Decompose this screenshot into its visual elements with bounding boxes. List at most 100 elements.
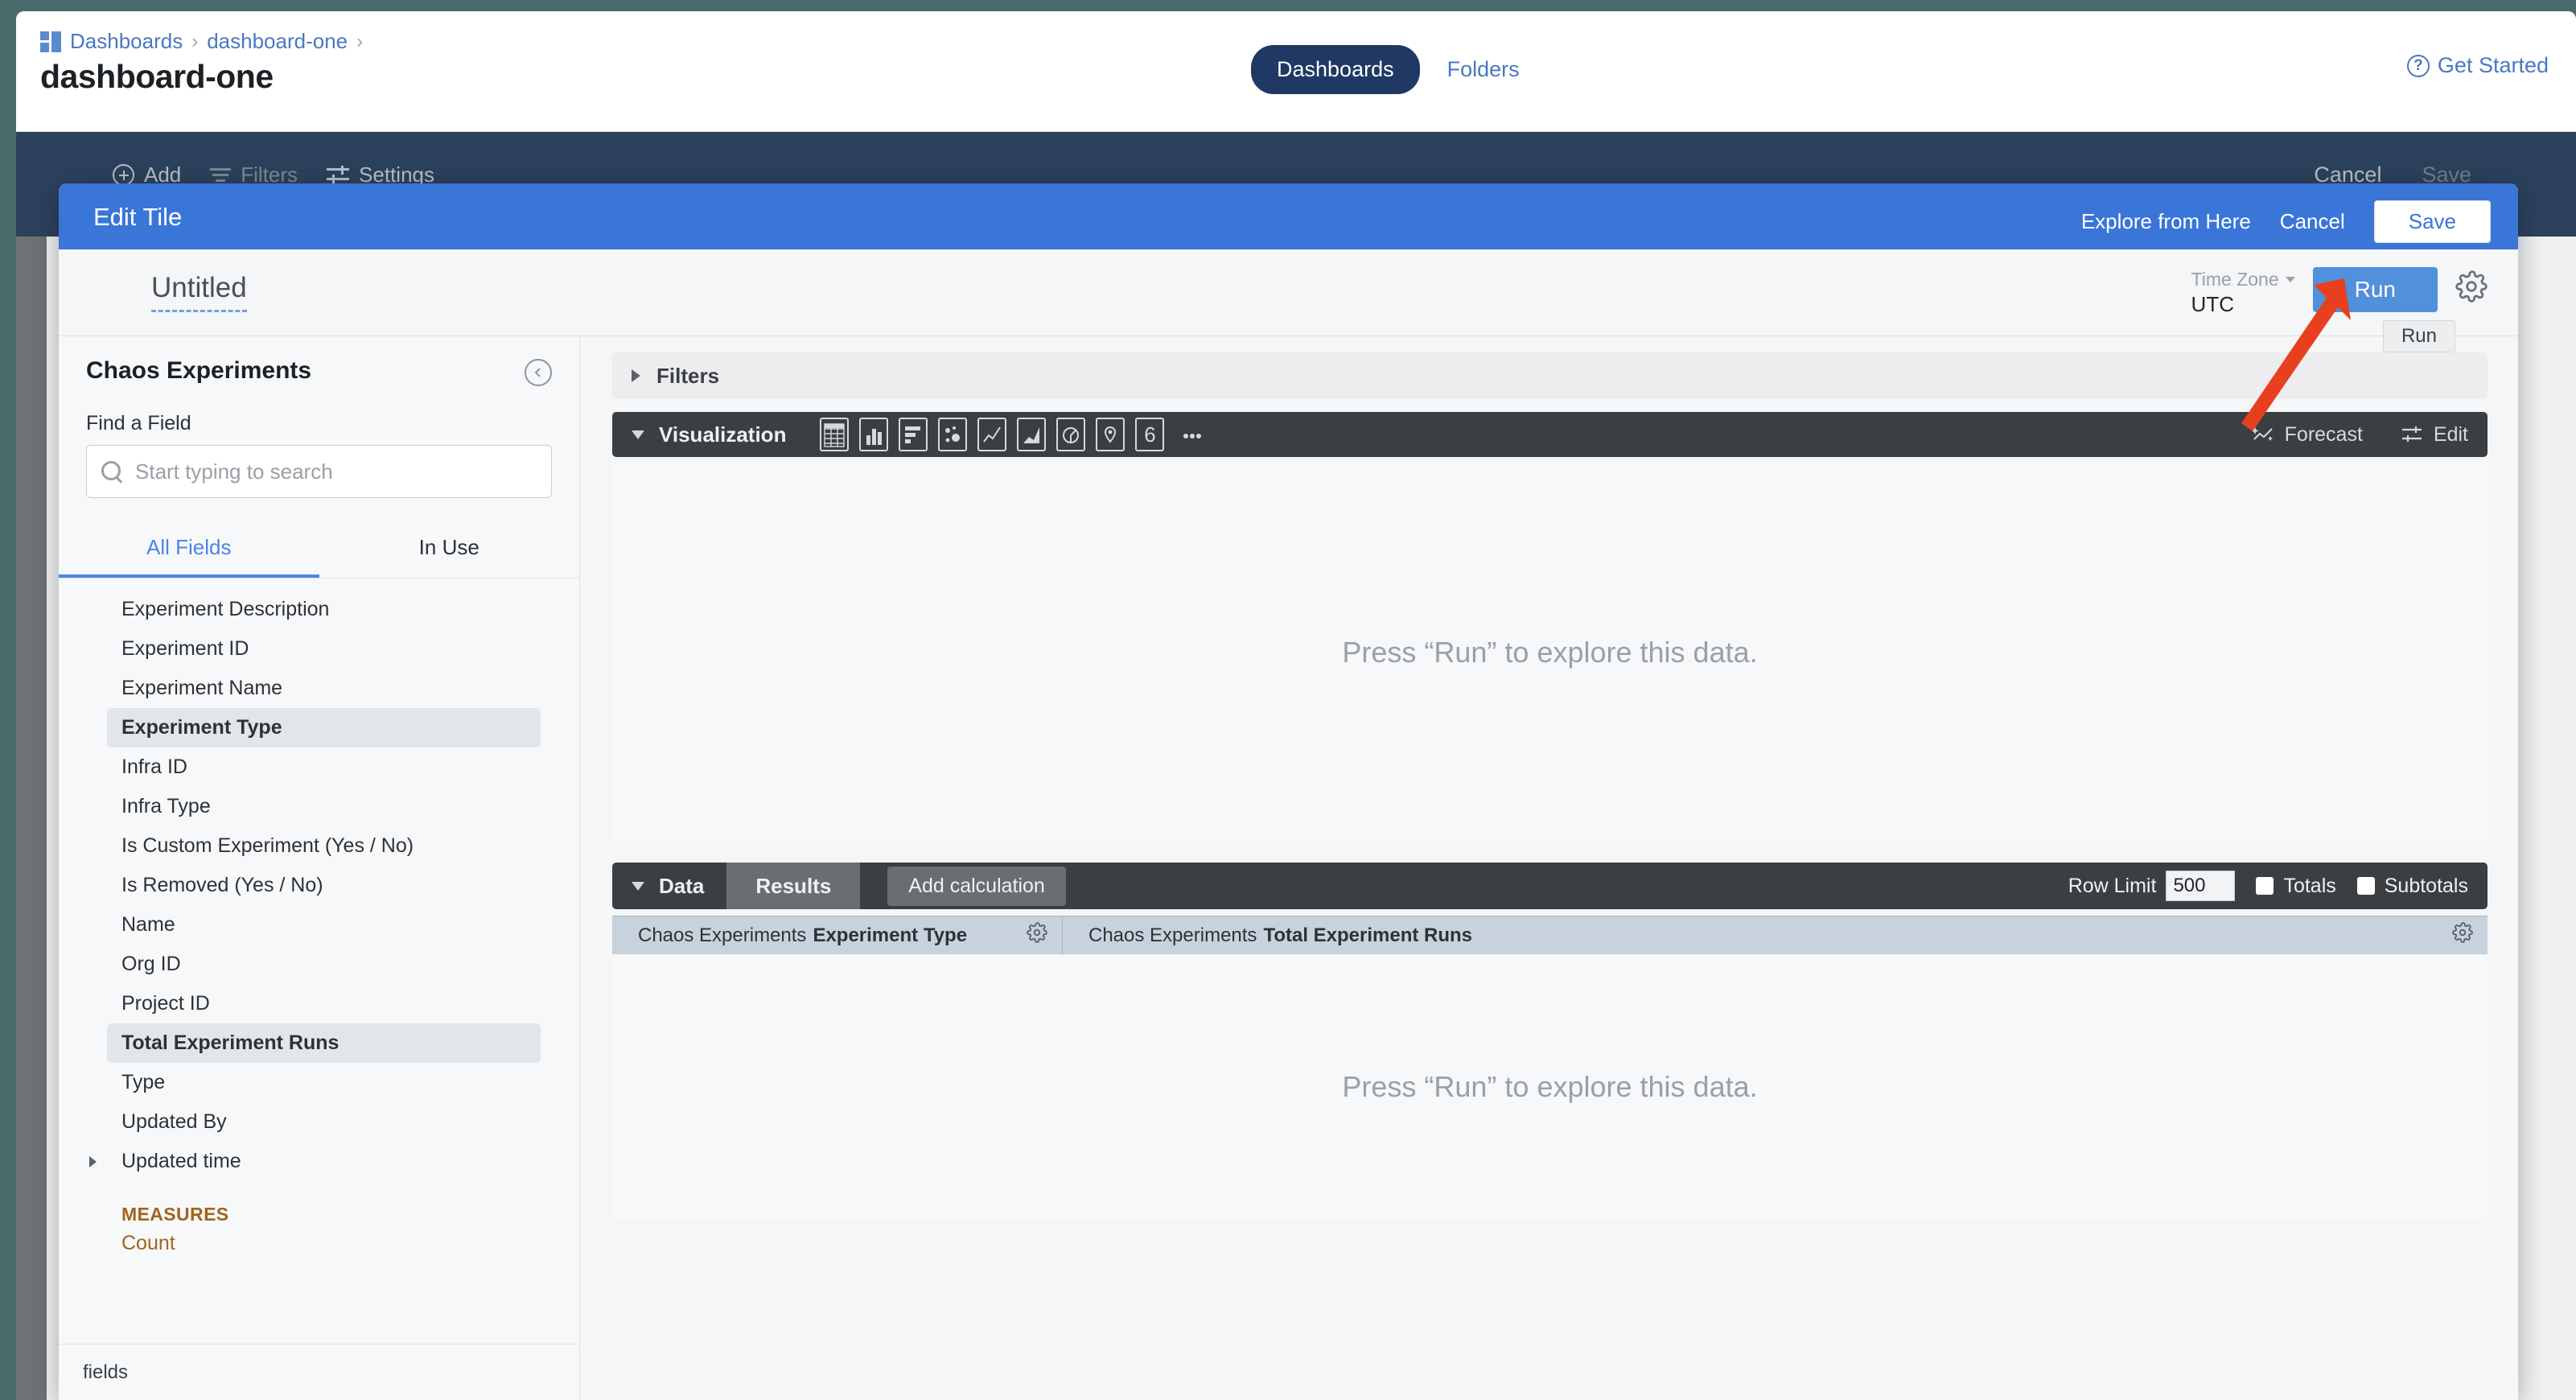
field-row-label: Infra Type (121, 795, 211, 817)
data-section-label: Data (659, 873, 705, 898)
search-icon (101, 461, 122, 482)
modal-header: Edit Tile Explore from Here Cancel Save (59, 183, 2518, 249)
field-list: Experiment Description Experiment ID Exper… (59, 579, 579, 1344)
chevron-down-icon (2285, 277, 2295, 282)
field-row[interactable]: Experiment Name (107, 669, 541, 708)
dashboards-grid-icon (40, 31, 61, 52)
chevron-down-icon-viz[interactable] (632, 430, 644, 439)
field-row-label: Org ID (121, 953, 181, 975)
column-chart-icon[interactable] (859, 418, 889, 451)
edit-tile-modal: Edit Tile Explore from Here Cancel Save … (59, 183, 2518, 1400)
more-options-icon[interactable] (1175, 418, 1210, 451)
row-limit-label: Row Limit (2068, 874, 2157, 897)
tile-name-input[interactable]: Untitled (151, 272, 247, 312)
filters-section-header[interactable]: Filters (612, 352, 2488, 399)
tab-in-use[interactable]: In Use (319, 535, 580, 578)
results-col-2-gear-icon[interactable] (2452, 922, 2473, 949)
checkbox-box-subtotals (2356, 877, 2375, 895)
field-row-label: Total Experiment Runs (121, 1031, 339, 1054)
subtotals-checkbox[interactable]: Subtotals (2356, 875, 2468, 898)
measures-group-header: MEASURES (121, 1204, 229, 1225)
field-row[interactable]: Org ID (107, 945, 541, 984)
nav-tab-dashboards[interactable]: Dashboards (1251, 45, 1420, 94)
chevron-right-icon (632, 369, 640, 382)
explore-main: Filters Visualization 6 Forecast Edit Pr… (580, 336, 2518, 1400)
checkbox-box-totals (2256, 877, 2274, 895)
field-row[interactable]: Updated By (107, 1102, 541, 1142)
field-panel-tabs: All Fields In Use (59, 535, 579, 579)
nav-tab-folders[interactable]: Folders (1436, 45, 1531, 94)
add-calculation-button[interactable]: Add calculation (887, 866, 1066, 906)
app-header: Dashboards › dashboard-one › dashboard-o… (16, 11, 2576, 132)
get-started-button[interactable]: ? Get Started (2406, 53, 2549, 78)
field-row-label: Infra ID (121, 756, 187, 778)
get-started-label: Get Started (2437, 53, 2549, 77)
field-row-label: Name (121, 913, 175, 936)
breadcrumb-link-dashboards[interactable]: Dashboards (70, 29, 183, 54)
results-col-2-view: Chaos Experiments (1088, 924, 1257, 946)
time-zone-selector[interactable]: Time Zone UTC (2191, 266, 2295, 317)
field-row[interactable]: Updated time (89, 1142, 541, 1181)
field-row[interactable]: Project ID (107, 984, 541, 1023)
search-input[interactable]: Start typing to search (86, 445, 552, 498)
question-circle-icon: ? (2406, 54, 2430, 77)
field-row[interactable]: Experiment ID (107, 629, 541, 669)
area-chart-icon[interactable] (1017, 418, 1047, 451)
breadcrumb: Dashboards › dashboard-one › (40, 29, 363, 54)
field-row[interactable]: Type (107, 1063, 541, 1102)
tab-all-fields[interactable]: All Fields (59, 535, 319, 578)
chevron-left-circle-icon[interactable] (525, 359, 552, 386)
measure-row[interactable]: Count (121, 1232, 541, 1255)
field-row[interactable]: Infra Type (107, 787, 541, 826)
field-row[interactable]: Is Removed (Yes / No) (107, 866, 541, 905)
field-row[interactable]: Experiment Description (107, 590, 541, 629)
breadcrumb-link-dashboard-one[interactable]: dashboard-one (207, 29, 348, 54)
tab-results[interactable]: Results (726, 863, 861, 909)
map-pin-icon[interactable] (1096, 418, 1125, 451)
results-column-header-2[interactable]: Chaos Experiments Total Experiment Runs (1063, 916, 2488, 954)
field-row-label: Experiment Type (121, 716, 282, 739)
run-button[interactable]: Run (2312, 267, 2438, 312)
visualization-section-label: Visualization (659, 422, 787, 447)
field-row[interactable]: Total Experiment Runs (107, 1023, 541, 1063)
row-limit-input[interactable] (2166, 871, 2236, 901)
results-col-1-gear-icon[interactable] (1027, 922, 1047, 949)
plus-circle-icon (113, 164, 134, 186)
forecast-button[interactable]: Forecast (2251, 423, 2363, 447)
results-col-2-field: Total Experiment Runs (1263, 924, 1473, 946)
expand-caret-icon[interactable] (89, 1155, 97, 1167)
find-a-field-label: Find a Field (86, 412, 191, 434)
results-canvas: Press “Run” to explore this data. (612, 954, 2488, 1220)
explore-settings-gear-icon[interactable] (2455, 270, 2488, 307)
field-row-label: Project ID (121, 992, 210, 1015)
explore-from-here-button[interactable]: Explore from Here (2081, 209, 2251, 234)
field-row-label: Experiment Description (121, 598, 330, 620)
field-row[interactable]: Name (107, 905, 541, 945)
pie-chart-icon[interactable] (1056, 418, 1086, 451)
edit-viz-label: Edit (2433, 422, 2468, 446)
edit-viz-button[interactable]: Edit (2400, 423, 2468, 447)
field-row[interactable]: Is Custom Experiment (Yes / No) (107, 826, 541, 866)
explore-name: Chaos Experiments (86, 357, 312, 384)
main-nav: Dashboards Folders (1251, 45, 1531, 94)
chevron-down-icon-data (632, 881, 644, 891)
settings-sliders-icon (327, 165, 350, 185)
modal-cancel-button[interactable]: Cancel (2280, 209, 2345, 234)
totals-checkbox[interactable]: Totals (2256, 875, 2336, 898)
scatter-plot-icon[interactable] (938, 418, 968, 451)
field-row[interactable]: Infra ID (107, 747, 541, 787)
modal-save-button[interactable]: Save (2373, 200, 2491, 243)
table-icon[interactable] (820, 418, 850, 451)
filter-icon (210, 167, 232, 183)
bar-chart-icon[interactable] (899, 418, 928, 451)
single-value-icon[interactable]: 6 (1135, 418, 1165, 451)
data-section-toggle[interactable]: Data (612, 874, 726, 899)
results-column-headers: Chaos Experiments Experiment Type Chaos … (612, 916, 2488, 954)
field-row[interactable]: Experiment Type (107, 708, 541, 747)
results-col-1-field: Experiment Type (813, 924, 968, 946)
time-zone-value: UTC (2191, 292, 2234, 316)
results-column-header-1[interactable]: Chaos Experiments Experiment Type (612, 916, 1063, 954)
line-chart-icon[interactable] (977, 418, 1007, 451)
row-limit-group: Row Limit (2068, 871, 2236, 901)
field-row-label: Is Custom Experiment (Yes / No) (121, 834, 414, 857)
